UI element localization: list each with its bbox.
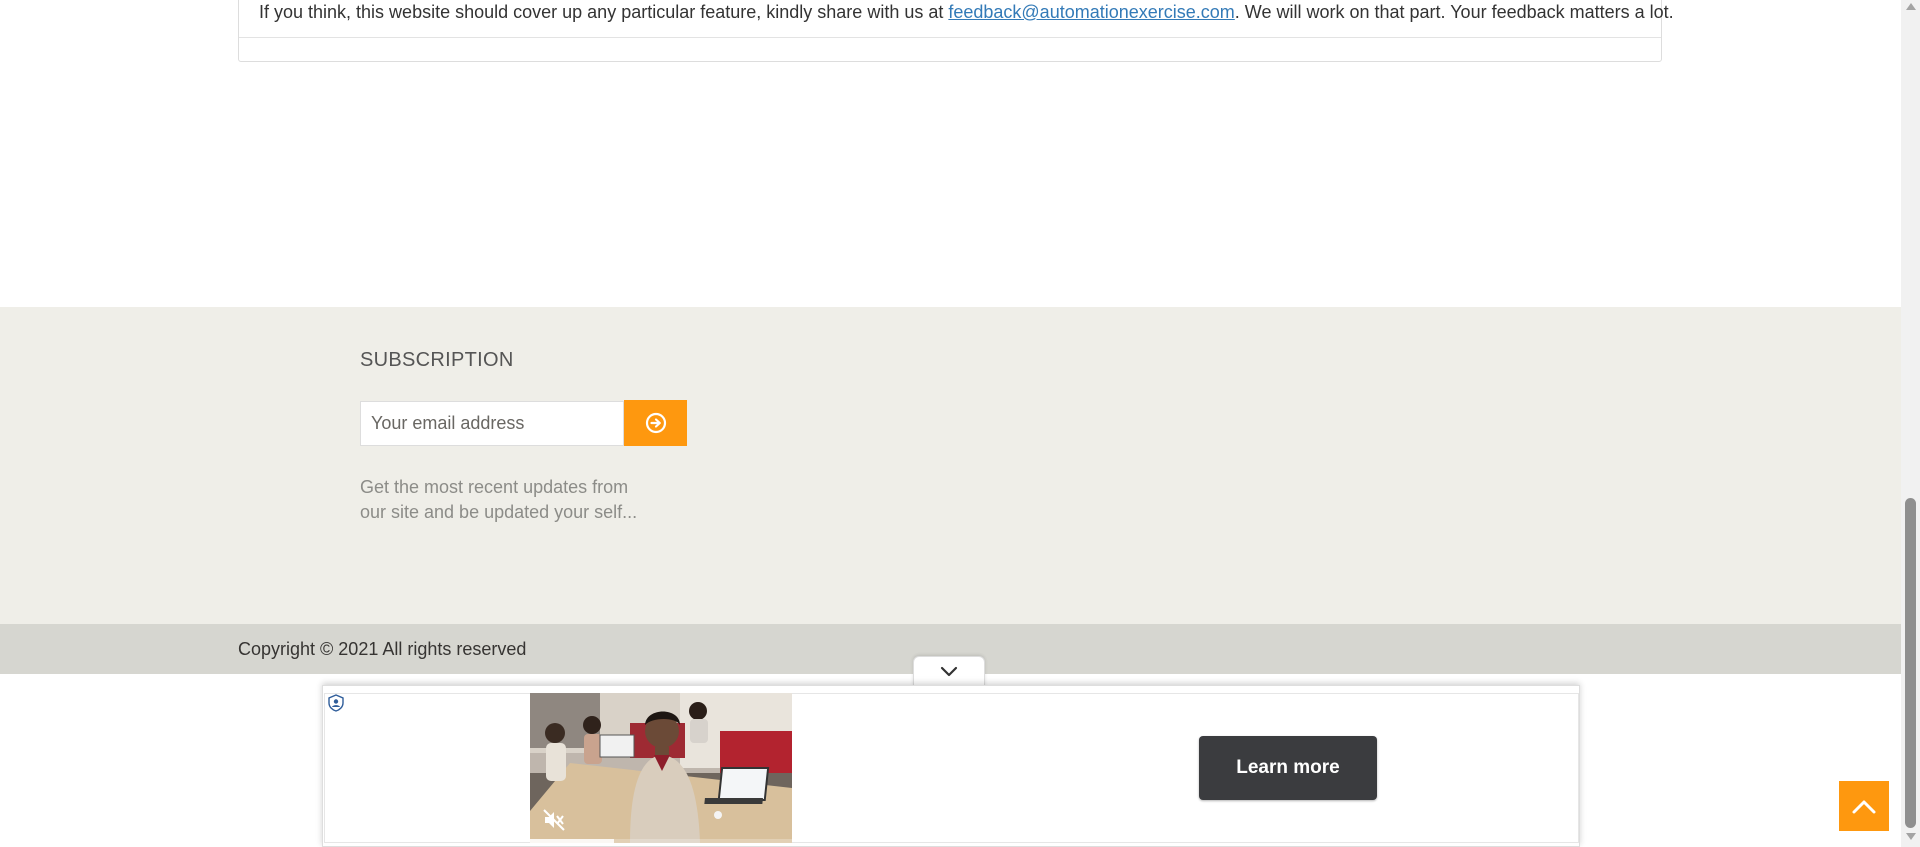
chevron-up-icon: [1852, 800, 1876, 814]
office-scene-image: [530, 693, 792, 843]
shield-icon[interactable]: [327, 694, 345, 712]
feedback-panel: If you think, this website should cover …: [238, 0, 1674, 62]
feedback-text-before: If you think, this website should cover …: [259, 2, 949, 22]
chevron-down-icon: [940, 666, 958, 677]
subscribe-button[interactable]: [624, 400, 687, 446]
subscription-email-input[interactable]: [360, 401, 624, 446]
video-progress-fill: [530, 839, 614, 843]
ad-video[interactable]: [530, 693, 792, 843]
feedback-panel-body: If you think, this website should cover …: [239, 0, 1674, 38]
footer-widget: SUBSCRIPTION Get the most recent updates…: [0, 307, 1901, 624]
scroll-up-button[interactable]: [1839, 781, 1889, 831]
feedback-text-after: . We will work on that part. Your feedba…: [1234, 2, 1674, 22]
subscription-description: Get the most recent updates from our sit…: [360, 475, 650, 525]
feedback-text: If you think, this website should cover …: [259, 0, 1674, 24]
arrow-circle-right-icon: [645, 412, 667, 434]
page-scrollbar[interactable]: [1901, 0, 1920, 847]
ad-content: Learn more: [324, 693, 1579, 843]
learn-more-button[interactable]: Learn more: [1199, 736, 1377, 800]
scroll-up-arrow-icon[interactable]: [1906, 3, 1916, 10]
ad-banner: Learn more: [322, 685, 1580, 847]
copyright-text: Copyright © 2021 All rights reserved: [238, 639, 527, 659]
scroll-down-arrow-icon[interactable]: [1906, 833, 1916, 840]
subscription-description-line2: our site and be updated your self...: [360, 502, 638, 522]
muted-speaker-icon[interactable]: [541, 807, 567, 833]
subscription-title: SUBSCRIPTION: [360, 349, 514, 371]
scrollbar-thumb[interactable]: [1905, 498, 1916, 828]
feedback-email-link[interactable]: feedback@automationexercise.com: [948, 2, 1234, 22]
subscription-description-line1: Get the most recent updates from: [360, 477, 629, 497]
page: If you think, this website should cover …: [0, 0, 1920, 847]
video-progress-bar[interactable]: [530, 839, 792, 843]
ad-collapse-button[interactable]: [913, 656, 985, 687]
